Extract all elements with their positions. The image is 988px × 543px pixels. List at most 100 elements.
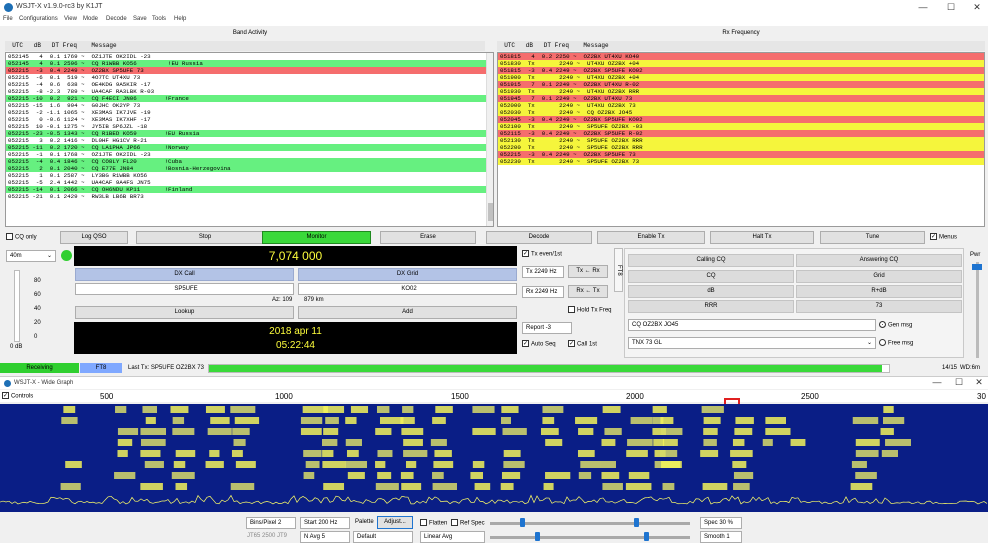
message-row[interactable]: 052215 3 0.2 1416 ~ DL0HF HG1CV R-21 (6, 137, 493, 144)
report-spinbox[interactable]: Report -3 (522, 322, 572, 334)
message-row[interactable]: 052215 -5 2.4 1442 ~ UA4CAF 9A4FS JN75 (6, 179, 493, 186)
generated-message-input[interactable]: CQ OZ2BX JO45 (628, 319, 876, 331)
gen-msg-radio[interactable]: Gen msg (879, 321, 912, 328)
menu-decode[interactable]: Decode (106, 16, 127, 22)
rx-from-tx-button[interactable]: Rx ← Tx (568, 285, 608, 298)
cq-button[interactable]: CQ (628, 270, 794, 283)
band-activity-list[interactable]: 052145 4 0.1 1769 ~ OZ1JTE OK2IDL -23 052… (5, 52, 494, 227)
message-row[interactable]: 051815 -3 0.4 2249 ~ OZ2BX SP5UFE KO02 (498, 67, 984, 74)
rx-frequency-spinbox[interactable]: Rx 2249 Hz (522, 286, 564, 298)
message-row[interactable]: 052215 2 0.1 2040 ~ CQ E77E JN84 !Bosnia… (6, 165, 493, 172)
flatten-checkbox[interactable]: Flatten (420, 519, 447, 526)
message-row[interactable]: 052215 -4 0.4 1846 ~ CQ CO8LY FL20 !Cuba (6, 158, 493, 165)
rdb-button[interactable]: R+dB (796, 285, 962, 298)
menu-save[interactable]: Save (133, 16, 147, 22)
enable-tx-button[interactable]: Enable Tx (597, 231, 705, 244)
message-row[interactable]: 052230 Tx 2249 ~ SP5UFE OZ2BX 73 (498, 158, 984, 165)
minimize-button[interactable]: — (930, 377, 944, 387)
message-row[interactable]: 052215 -3 0.4 2249 ~ OZ2BX SP5UFE 73 (6, 67, 493, 74)
gain-slider-handle[interactable] (520, 518, 525, 527)
message-row[interactable]: 052215 -2 -1.1 1065 ~ XE3MAS IK7JVE -19 (6, 109, 493, 116)
tx-even-checkbox[interactable]: Tx even/1st (522, 250, 562, 257)
power-slider[interactable] (976, 262, 979, 358)
n-avg-spinbox[interactable]: N Avg 5 (300, 531, 350, 543)
message-row[interactable]: 052215 -4 0.6 638 ~ OE4KDG 9A5KIR -17 (6, 81, 493, 88)
stop-button[interactable]: Stop (136, 231, 274, 244)
dx-call-input[interactable]: SP5UFE (75, 283, 294, 295)
palette-select[interactable]: Default (353, 531, 413, 543)
rrr-button[interactable]: RRR (628, 300, 794, 313)
menu-tools[interactable]: Tools (152, 16, 166, 22)
menu-mode[interactable]: Mode (83, 16, 98, 22)
halt-tx-button[interactable]: Halt Tx (710, 231, 814, 244)
message-row[interactable]: 052215 -6 0.1 519 ~ 4O7TC UT4XU 73 (6, 74, 493, 81)
spectrum-zero-handle[interactable] (644, 532, 649, 541)
message-row[interactable]: 052215 10 -0.1 1275 ~ JY5IB SP6JZL -18 (6, 123, 493, 130)
message-row[interactable]: 052215 0 -0.6 1124 ~ XE3MAS IK7XHF -17 (6, 116, 493, 123)
menu-configurations[interactable]: Configurations (19, 16, 58, 22)
log-qso-button[interactable]: Log QSO (60, 231, 128, 244)
zero-slider-handle[interactable] (634, 518, 639, 527)
minimize-button[interactable]: — (916, 2, 930, 12)
menu-help[interactable]: Help (174, 16, 186, 22)
maximize-button[interactable]: ☐ (944, 2, 958, 13)
tx-from-rx-button[interactable]: Tx ← Rx (568, 265, 608, 278)
waterfall-display[interactable] (0, 404, 988, 512)
message-row[interactable]: 052215 -21 0.1 2429 ~ RW3LB LB6B BR73 (6, 193, 493, 200)
add-button[interactable]: Add (298, 306, 517, 319)
message-row[interactable]: 052045 -3 0.4 2249 ~ OZ2BX SP5UFE KO02 (498, 116, 984, 123)
menus-checkbox[interactable]: Menus (930, 233, 957, 240)
maximize-button[interactable]: ☐ (952, 377, 966, 388)
calling-cq-tab[interactable]: Calling CQ (628, 254, 794, 267)
controls-checkbox[interactable]: Controls (2, 392, 33, 399)
adjust-button[interactable]: Adjust... (377, 516, 413, 529)
message-row[interactable]: 052145 4 0.1 2596 ~ CQ R1WBB KO56 !EU Ru… (6, 60, 493, 67)
free-msg-radio[interactable]: Free msg (879, 339, 913, 346)
erase-button[interactable]: Erase (380, 231, 476, 244)
message-row[interactable]: 051830 Tx 2249 ~ UT4XU OZ2BX +04 (498, 60, 984, 67)
message-row[interactable]: 052215 -23 -0.5 1343 ~ CQ R1BED KO59 !EU… (6, 130, 493, 137)
menu-view[interactable]: View (64, 16, 77, 22)
rx-frequency-list[interactable]: 051815 4 0.2 2250 ~ OZ2BX UT4XU KO40 0518… (497, 52, 985, 227)
grid-button[interactable]: Grid (796, 270, 962, 283)
mode-side-tab[interactable]: FT8 (614, 248, 623, 292)
message-row[interactable]: 052215 -10 0.2 921 ~ CQ F4ECI JN06 !Fran… (6, 95, 493, 102)
message-row[interactable]: 052215 -1 0.1 1768 ~ OZ1JTE OK2IDL -23 (6, 151, 493, 158)
message-row[interactable]: 052130 Tx 2249 ~ SP5UFE OZ2BX RRR (498, 137, 984, 144)
scrollbar-thumb[interactable] (488, 203, 493, 221)
spectrum-slider[interactable] (490, 536, 690, 539)
db-button[interactable]: dB (628, 285, 794, 298)
monitor-button[interactable]: Monitor (262, 231, 371, 244)
free-message-select[interactable]: TNX 73 GL ⌄ (628, 337, 876, 349)
smooth-spinbox[interactable]: Smooth 1 (700, 531, 742, 543)
dx-grid-input[interactable]: KO02 (298, 283, 517, 295)
spec-spinbox[interactable]: Spec 30 % (700, 517, 742, 529)
decode-button[interactable]: Decode (486, 231, 592, 244)
tx-frequency-spinbox[interactable]: Tx 2249 Hz (522, 266, 564, 278)
message-row[interactable]: 051945 7 0.1 2249 ~ OZ2BX UT4XU 73 (498, 95, 984, 102)
message-row[interactable]: 052215 1 0.1 2587 ~ LY3BG R1WBB KO56 (6, 172, 493, 179)
call-1st-checkbox[interactable]: Call 1st (568, 340, 597, 347)
answering-cq-tab[interactable]: Answering CQ (796, 254, 962, 267)
menu-file[interactable]: File (3, 16, 13, 22)
ref-spec-checkbox[interactable]: Ref Spec (451, 519, 485, 526)
hold-tx-freq-checkbox[interactable]: Hold Tx Freq (568, 306, 612, 313)
start-frequency-spinbox[interactable]: Start 200 Hz (300, 517, 350, 529)
auto-seq-checkbox[interactable]: Auto Seq (522, 340, 556, 347)
band-activity-scrollbar[interactable] (486, 53, 493, 226)
message-row[interactable]: 052215 -3 0.4 2249 ~ OZ2BX SP5UFE 73 (498, 151, 984, 158)
message-row[interactable]: 051930 Tx 2249 ~ UT4XU OZ2BX RRR (498, 88, 984, 95)
lookup-button[interactable]: Lookup (75, 306, 294, 319)
cq-only-checkbox[interactable]: CQ only (6, 233, 37, 240)
message-row[interactable]: 051900 Tx 2249 ~ UT4XU OZ2BX +04 (498, 74, 984, 81)
message-row[interactable]: 052000 Tx 2249 ~ UT4XU OZ2BX 73 (498, 102, 984, 109)
close-button[interactable]: ✕ (970, 2, 984, 13)
message-row[interactable]: 052030 Tx 2249 ~ CQ OZ2BX JO45 (498, 109, 984, 116)
message-row[interactable]: 052200 Tx 2249 ~ SP5UFE OZ2BX RRR (498, 144, 984, 151)
message-row[interactable]: 052215 -14 0.1 2066 ~ CQ OH6NDU KP11 !Fi… (6, 186, 493, 193)
message-row[interactable]: 051915 7 0.1 2249 ~ OZ2BX UT4XU R-02 (498, 81, 984, 88)
close-button[interactable]: ✕ (972, 377, 986, 388)
message-row[interactable]: 052215 -15 1.6 994 ~ G0JHC OK2YP 73 (6, 102, 493, 109)
linear-avg-select[interactable]: Linear Avg (420, 531, 485, 543)
spectrum-slider-handle[interactable] (535, 532, 540, 541)
